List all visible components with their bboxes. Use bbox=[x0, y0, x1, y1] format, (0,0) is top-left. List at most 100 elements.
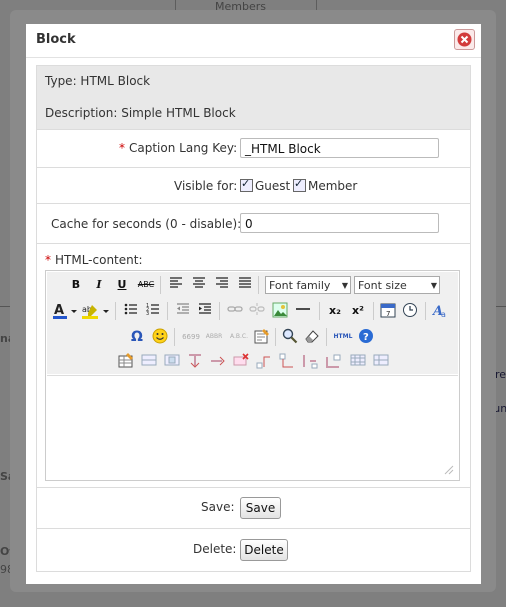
visible-row: Visible for: Guest Member bbox=[36, 168, 471, 204]
merge-cells-icon bbox=[350, 354, 366, 366]
attributes-button[interactable] bbox=[253, 328, 271, 346]
delete-button[interactable]: Delete bbox=[240, 539, 288, 561]
merge-cells-button[interactable] bbox=[349, 353, 367, 371]
member-checkbox[interactable] bbox=[293, 177, 306, 192]
unlink-button[interactable] bbox=[248, 302, 266, 320]
smiley-icon bbox=[152, 328, 168, 344]
acronym-button[interactable]: A.B.C. bbox=[227, 328, 251, 346]
text-color-button[interactable]: A bbox=[52, 302, 78, 320]
delete-col-button[interactable] bbox=[301, 353, 319, 371]
cache-input[interactable]: 0 bbox=[240, 213, 439, 233]
visible-member: Member bbox=[293, 177, 358, 193]
clean-up-button[interactable] bbox=[303, 328, 321, 346]
bullet-list-button[interactable] bbox=[122, 302, 140, 320]
styles-button[interactable]: Aa bbox=[431, 302, 450, 320]
table-row-icon bbox=[141, 354, 157, 366]
save-row: Save: Save bbox=[36, 488, 471, 529]
editor-content-area[interactable] bbox=[47, 375, 458, 479]
cell-props-button[interactable] bbox=[163, 353, 181, 371]
attributes-icon bbox=[254, 329, 269, 344]
html-content-label: * HTML-content: bbox=[45, 253, 143, 267]
bold-button[interactable]: B bbox=[67, 276, 85, 294]
toolbar-separator bbox=[258, 276, 259, 294]
table-cell-icon bbox=[164, 354, 180, 366]
image-button[interactable] bbox=[271, 302, 289, 320]
editor-toolbar-row-4 bbox=[47, 350, 458, 374]
save-button[interactable]: Save bbox=[240, 497, 281, 519]
bullet-list-icon bbox=[124, 303, 137, 315]
html-content-row: * HTML-content: B I U ABC Font family ▼ Fo… bbox=[36, 244, 471, 488]
special-char-button[interactable]: Ω bbox=[128, 328, 146, 346]
insert-col-after-button[interactable] bbox=[278, 353, 296, 371]
align-left-button[interactable] bbox=[167, 276, 185, 294]
indent-button[interactable] bbox=[196, 302, 214, 320]
insert-row-before-button[interactable] bbox=[186, 353, 204, 371]
editor-toolbar-row-1: B I U ABC Font family ▼ Font size ▼ bbox=[47, 272, 458, 298]
popup-titlebar: Block bbox=[26, 24, 481, 58]
insert-row-icon bbox=[189, 354, 201, 368]
required-mark: * bbox=[45, 253, 51, 267]
resize-handle-icon[interactable] bbox=[442, 463, 454, 475]
highlight-icon: ab bbox=[82, 305, 109, 319]
toolbar-separator bbox=[275, 328, 276, 346]
insert-row-after-button[interactable] bbox=[209, 353, 227, 371]
svg-text:7: 7 bbox=[386, 310, 390, 318]
delete-row-icon bbox=[233, 353, 249, 366]
html-source-button[interactable]: HTML bbox=[332, 328, 354, 346]
outdent-button[interactable] bbox=[174, 302, 192, 320]
help-button[interactable]: ? bbox=[357, 328, 375, 346]
underline-button[interactable]: U bbox=[113, 276, 131, 294]
align-center-button[interactable] bbox=[190, 276, 208, 294]
horizontal-rule-button[interactable] bbox=[294, 302, 312, 320]
justify-button[interactable] bbox=[236, 276, 254, 294]
toolbar-separator bbox=[115, 302, 116, 320]
subscript-button[interactable]: x₂ bbox=[326, 302, 344, 320]
toolbar-separator bbox=[174, 328, 175, 346]
split-cells-button[interactable] bbox=[324, 353, 342, 371]
insert-column-icon bbox=[279, 353, 293, 368]
insert-col-before-button[interactable] bbox=[255, 353, 273, 371]
editor-toolbar-row-2: A ab 123 x₂ x² 7 A a bbox=[47, 298, 458, 324]
font-size-select[interactable]: Font size ▼ bbox=[354, 276, 440, 294]
font-family-select[interactable]: Font family ▼ bbox=[265, 276, 351, 294]
insert-date-button[interactable]: 7 bbox=[379, 302, 397, 320]
guest-checkbox[interactable] bbox=[240, 177, 253, 192]
cache-row: Cache for seconds (0 - disable): 0 bbox=[36, 204, 471, 244]
toolbar-separator bbox=[319, 302, 320, 320]
caption-label-text: Caption Lang Key: bbox=[129, 141, 238, 155]
find-button[interactable] bbox=[281, 328, 299, 346]
visible-guest: Guest bbox=[240, 177, 290, 193]
table-icon bbox=[118, 353, 133, 368]
html-content-label-text: HTML-content: bbox=[55, 253, 143, 267]
type-text: Type: HTML Block bbox=[45, 74, 151, 88]
close-icon bbox=[457, 32, 472, 47]
search-icon bbox=[282, 328, 298, 344]
style-icon: Aa bbox=[431, 304, 446, 319]
background-color-button[interactable]: ab bbox=[81, 302, 111, 320]
chevron-down-icon: ▼ bbox=[430, 281, 437, 290]
indent-icon bbox=[199, 303, 211, 314]
justify-icon bbox=[239, 277, 251, 288]
superscript-button[interactable]: x² bbox=[349, 302, 367, 320]
link-button[interactable] bbox=[226, 302, 244, 320]
close-button[interactable] bbox=[454, 29, 475, 50]
toolbar-separator bbox=[373, 302, 374, 320]
italic-button[interactable]: I bbox=[90, 276, 108, 294]
abbr-button[interactable]: ABBR bbox=[203, 328, 225, 346]
align-right-button[interactable] bbox=[213, 276, 231, 294]
align-left-icon bbox=[170, 277, 182, 288]
clock-icon bbox=[403, 303, 417, 317]
member-label: Member bbox=[308, 179, 358, 193]
row-props-button[interactable] bbox=[140, 353, 158, 371]
table-button[interactable] bbox=[117, 353, 135, 371]
numbered-list-button[interactable]: 123 bbox=[144, 302, 162, 320]
svg-text:?: ? bbox=[363, 332, 369, 343]
html-editor: B I U ABC Font family ▼ Font size ▼ A ab… bbox=[45, 270, 460, 481]
emoticon-button[interactable] bbox=[151, 328, 169, 346]
strikethrough-button[interactable]: ABC bbox=[137, 276, 155, 294]
delete-row-button[interactable] bbox=[232, 353, 250, 371]
caption-input[interactable]: _HTML Block bbox=[240, 138, 439, 158]
insert-time-button[interactable] bbox=[401, 302, 419, 320]
table-grid-button[interactable] bbox=[372, 353, 390, 371]
quote-button[interactable]: 6699 bbox=[180, 328, 202, 346]
